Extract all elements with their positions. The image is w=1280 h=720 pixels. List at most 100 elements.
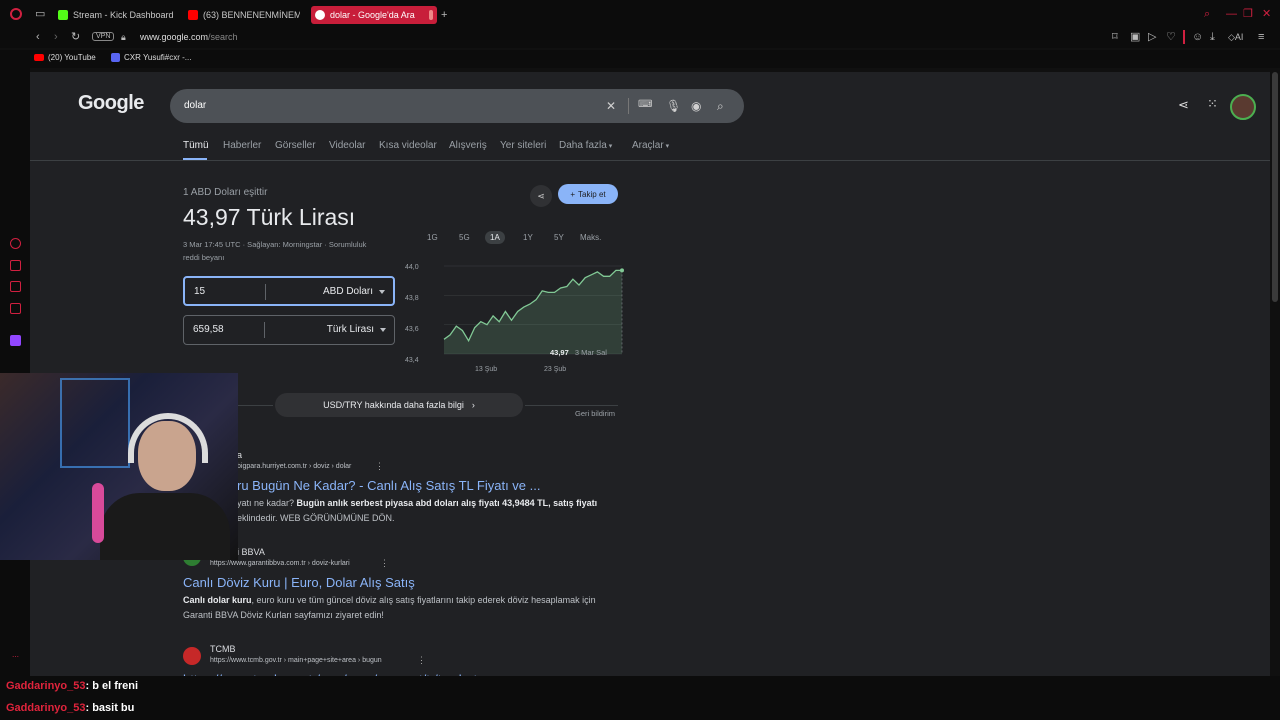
player-icon[interactable]: ▷ (1148, 31, 1156, 43)
result-url[interactable]: https://www.tcmb.gov.tr › main+page+site… (210, 657, 382, 664)
lens-icon[interactable]: ◉ (691, 99, 701, 113)
to-currency-select[interactable]: Türk Lirası (327, 324, 374, 335)
chevron-down-icon: ▾ (606, 143, 613, 150)
tooltip-value: 43,97 (550, 348, 569, 357)
from-amount-field[interactable]: 15 ABD Doları (183, 276, 395, 306)
stream-chat: Gaddarinyo_53: b el freni Gaddarinyo_53:… (0, 676, 1280, 720)
sidebar-more-icon[interactable]: ⋯ (12, 653, 19, 661)
divider (265, 284, 266, 300)
scrollbar[interactable] (1272, 72, 1278, 302)
result-site: TCMB (210, 644, 236, 654)
chat-text: : basit bu (85, 702, 135, 714)
aria-icon[interactable] (10, 238, 21, 249)
tab-youtube[interactable]: (63) BENNENENMİNEMEM (188, 6, 300, 24)
tab-tools-label: Araçlar (632, 140, 664, 151)
apps-icon[interactable]: ⁙ (1207, 96, 1218, 112)
search-icon[interactable]: ⌕ (717, 99, 724, 114)
range-5y[interactable]: 5Y (554, 233, 564, 242)
result-snippet: Canlı dolar kuru, euro kuru ve tüm günce… (183, 593, 623, 623)
whatsapp-icon[interactable] (10, 303, 21, 314)
nav-divider (30, 160, 1270, 161)
chart-point (620, 268, 624, 273)
tab-tools[interactable]: Araçlar ▾ (632, 140, 669, 151)
follow-button[interactable]: + Takip et (558, 184, 618, 204)
back-icon[interactable]: ‹ (36, 31, 40, 43)
to-amount-input[interactable]: 659,58 (193, 324, 224, 335)
more-options-icon[interactable]: ⋮ (380, 558, 389, 569)
tab-kick[interactable]: Stream - Kick Dashboard (58, 6, 176, 24)
bookmark-discord[interactable]: CXR Yusufi#cxr -... (111, 53, 191, 62)
range-max[interactable]: Maks. (580, 233, 601, 242)
messenger-icon[interactable] (10, 281, 21, 292)
tab-images[interactable]: Görseller (275, 140, 316, 151)
share-page-icon[interactable]: ⋖ (1178, 97, 1189, 113)
forward-icon[interactable]: › (54, 31, 58, 43)
result-title[interactable]: Canlı Döviz Kuru | Euro, Dolar Alış Satı… (183, 575, 415, 590)
more-info-label: USD/TRY hakkında daha fazla bilgi (323, 400, 464, 410)
download-icon[interactable]: ⤓ (1210, 31, 1215, 43)
tab-google-search[interactable]: dolar - Google'da Ara (311, 6, 437, 24)
result-url[interactable]: https://www.garantibbva.com.tr › doviz-k… (210, 560, 350, 567)
bookmark-youtube[interactable]: (20) YouTube (34, 53, 96, 62)
tab-videos[interactable]: Videolar (329, 140, 366, 151)
tab-shopping[interactable]: Alışveriş (449, 140, 487, 151)
url-path: /search (208, 32, 238, 42)
rate-chart[interactable] (424, 262, 624, 362)
tab-short-videos[interactable]: Kısa videolar (379, 140, 437, 151)
tab-overview-icon[interactable]: ▭ (35, 8, 45, 20)
close-window-icon[interactable]: ✕ (1262, 8, 1271, 20)
tab-more[interactable]: Daha fazla ▾ (559, 140, 612, 151)
share-icon[interactable]: ⋖ (530, 185, 552, 207)
search-tabs-icon[interactable]: ⌕ (1204, 8, 1210, 20)
close-tab-icon[interactable] (428, 10, 433, 20)
more-options-icon[interactable]: ⋮ (417, 655, 426, 666)
vpn-badge[interactable]: VPN (92, 32, 115, 41)
snapshot-icon[interactable]: ⌑ (1112, 31, 1118, 43)
twitch-icon[interactable] (10, 335, 21, 346)
disclaimer-link[interactable]: reddi beyanı (183, 253, 224, 262)
new-tab-icon[interactable]: + (441, 9, 447, 21)
result-snippet: yatı ne kadar? Bugün anlık serbest piyas… (237, 496, 617, 526)
range-5g[interactable]: 5G (459, 233, 470, 242)
result-title[interactable]: ru Bugün Ne Kadar? - Canlı Alış Satış TL… (237, 478, 540, 493)
minimize-icon[interactable]: — (1226, 8, 1237, 20)
to-amount-field[interactable]: 659,58 Türk Lirası (183, 315, 395, 345)
snippet-bold: Bugün anlık serbest piyasa abd doları al… (296, 498, 598, 508)
tab-news[interactable]: Haberler (223, 140, 261, 151)
workspaces-icon[interactable] (10, 260, 21, 271)
tab-all[interactable]: Tümü (183, 140, 209, 151)
account-icon[interactable]: ☺ (1192, 31, 1203, 43)
chat-message: Gaddarinyo_53: basit bu (6, 702, 134, 714)
address-bar: ‹ › ↻ VPN 🔒︎ www.google.com/search ⌑ ▣ ▷… (0, 28, 1280, 48)
capture-icon[interactable]: ▣ (1130, 31, 1140, 43)
tab-places[interactable]: Yer siteleri (500, 140, 546, 151)
range-1g[interactable]: 1G (427, 233, 438, 242)
background-lights (60, 378, 130, 468)
result-url[interactable]: bigpara.hurriyet.com.tr › doviz › dolar (237, 463, 351, 470)
chat-message: Gaddarinyo_53: b el freni (6, 680, 138, 692)
opera-menu-icon[interactable] (10, 8, 22, 20)
maximize-icon[interactable]: ❐ (1243, 8, 1253, 20)
avatar[interactable] (1230, 94, 1256, 120)
search-input[interactable]: dolar (184, 100, 206, 111)
search-box[interactable]: dolar ✕ ⌨ 🎙︎ ◉ ⌕ (170, 89, 744, 123)
headphones (128, 413, 208, 463)
from-amount-input[interactable]: 15 (194, 286, 205, 297)
microphone-icon[interactable]: 🎙︎ (666, 99, 681, 113)
more-info-button[interactable]: USD/TRY hakkında daha fazla bilgi › (275, 393, 523, 417)
url-field[interactable]: www.google.com/search (140, 32, 238, 42)
keyboard-icon[interactable]: ⌨ (638, 99, 652, 110)
easy-setup-icon[interactable]: ≡ (1258, 31, 1264, 43)
from-currency-select[interactable]: ABD Doları (323, 286, 373, 297)
google-logo[interactable]: Google (78, 92, 144, 115)
divider (264, 322, 265, 338)
aria-ai-icon[interactable]: ◇AI (1228, 31, 1243, 43)
more-options-icon[interactable]: ⋮ (375, 461, 384, 472)
feedback-link[interactable]: Geri bildirim (575, 409, 615, 418)
range-1y[interactable]: 1Y (523, 233, 533, 242)
reload-icon[interactable]: ↻ (71, 31, 80, 43)
range-1a[interactable]: 1A (485, 231, 505, 244)
heart-icon[interactable]: ♡ (1166, 31, 1176, 43)
clear-icon[interactable]: ✕ (606, 99, 616, 113)
tab-label: (63) BENNENENMİNEMEM (203, 10, 300, 20)
